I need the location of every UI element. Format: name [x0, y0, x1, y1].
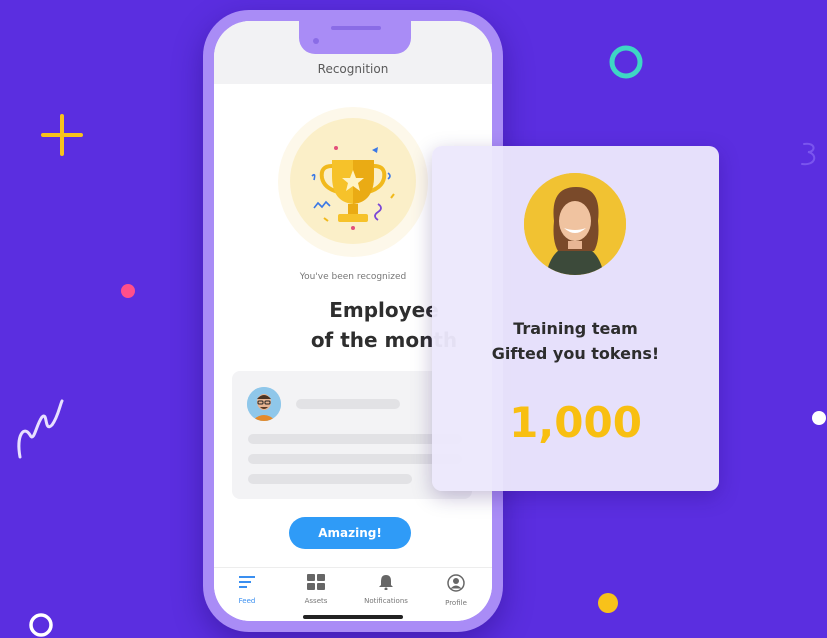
squiggle-decoration-small: [801, 142, 816, 166]
dot-decoration-pink: [121, 284, 135, 298]
gift-message: Training team Gifted you tokens!: [432, 316, 719, 366]
ring-decoration-white: [29, 613, 53, 637]
woman-photo-illustration: [524, 173, 626, 275]
tab-notifications[interactable]: Notifications: [356, 574, 416, 605]
placeholder-line: [248, 434, 462, 444]
man-avatar-illustration: [247, 387, 281, 421]
gift-sender: Training team: [513, 319, 638, 338]
placeholder-line: [248, 474, 412, 484]
user-icon: [447, 574, 465, 592]
screen-title: Recognition: [317, 62, 389, 76]
tab-label: Feed: [238, 597, 256, 605]
placeholder-line: [248, 454, 462, 464]
amazing-button[interactable]: Amazing!: [289, 517, 411, 549]
avatar: [524, 173, 626, 275]
ring-decoration: [609, 45, 643, 79]
placeholder-line: [296, 399, 400, 409]
front-camera: [313, 38, 319, 44]
tab-profile[interactable]: Profile: [426, 574, 486, 607]
tab-assets[interactable]: Assets: [286, 574, 346, 605]
grid-icon: [307, 574, 325, 590]
tab-label: Assets: [304, 597, 328, 605]
home-indicator: [303, 615, 403, 619]
phone-notch: [299, 21, 411, 54]
bell-icon: [379, 575, 393, 591]
trophy-icon: [311, 146, 395, 230]
dot-decoration-white: [812, 411, 826, 425]
squiggle-decoration: [17, 399, 64, 459]
avatar: [247, 387, 281, 421]
gift-description: Gifted you tokens!: [491, 344, 660, 363]
plus-decoration: [41, 114, 83, 156]
tab-label: Notifications: [364, 597, 408, 605]
token-amount: 1,000: [509, 398, 642, 447]
feed-icon: [239, 576, 255, 588]
token-gift-card: Training team Gifted you tokens! 1,000: [432, 146, 719, 491]
tab-label: Profile: [445, 599, 467, 607]
tab-feed[interactable]: Feed: [217, 574, 277, 605]
trophy-badge: [290, 118, 416, 244]
dot-decoration-yellow: [598, 593, 618, 613]
speaker-grille: [331, 26, 381, 30]
bottom-tab-bar: Feed Assets Notifications Profile: [214, 567, 492, 621]
